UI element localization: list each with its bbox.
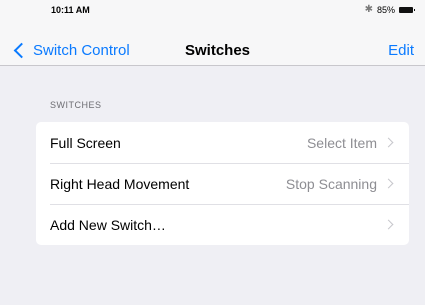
- battery-icon: [399, 6, 415, 13]
- status-bar: 10:11 AM ✱ 85%: [0, 0, 425, 20]
- chevron-right-icon: [383, 178, 394, 189]
- row-value: Select Item: [306, 134, 377, 151]
- chevron-right-icon: [383, 137, 394, 148]
- row-label: Add New Switch…: [50, 216, 166, 233]
- row-label: Full Screen: [50, 134, 121, 151]
- section-header-switches: SWITCHES: [50, 100, 102, 110]
- edit-button[interactable]: Edit: [388, 42, 414, 59]
- status-time: 10:11 AM: [51, 5, 90, 15]
- battery-percentage: 85%: [376, 4, 395, 15]
- chevron-right-icon: [383, 219, 394, 230]
- switches-list: Full Screen Select Item Right Head Movem…: [36, 122, 409, 245]
- row-value: Stop Scanning: [285, 175, 377, 192]
- switch-row-right-head-movement[interactable]: Right Head Movement Stop Scanning: [36, 163, 409, 204]
- page-title: Switches: [184, 42, 251, 59]
- status-indicators: ✱ 85%: [364, 4, 415, 15]
- add-new-switch-row[interactable]: Add New Switch…: [36, 204, 409, 245]
- row-label: Right Head Movement: [50, 175, 190, 192]
- bluetooth-icon: ✱: [364, 4, 373, 15]
- navigation-bar: Switch Control Switches Edit: [0, 20, 425, 66]
- switch-row-full-screen[interactable]: Full Screen Select Item: [36, 122, 409, 163]
